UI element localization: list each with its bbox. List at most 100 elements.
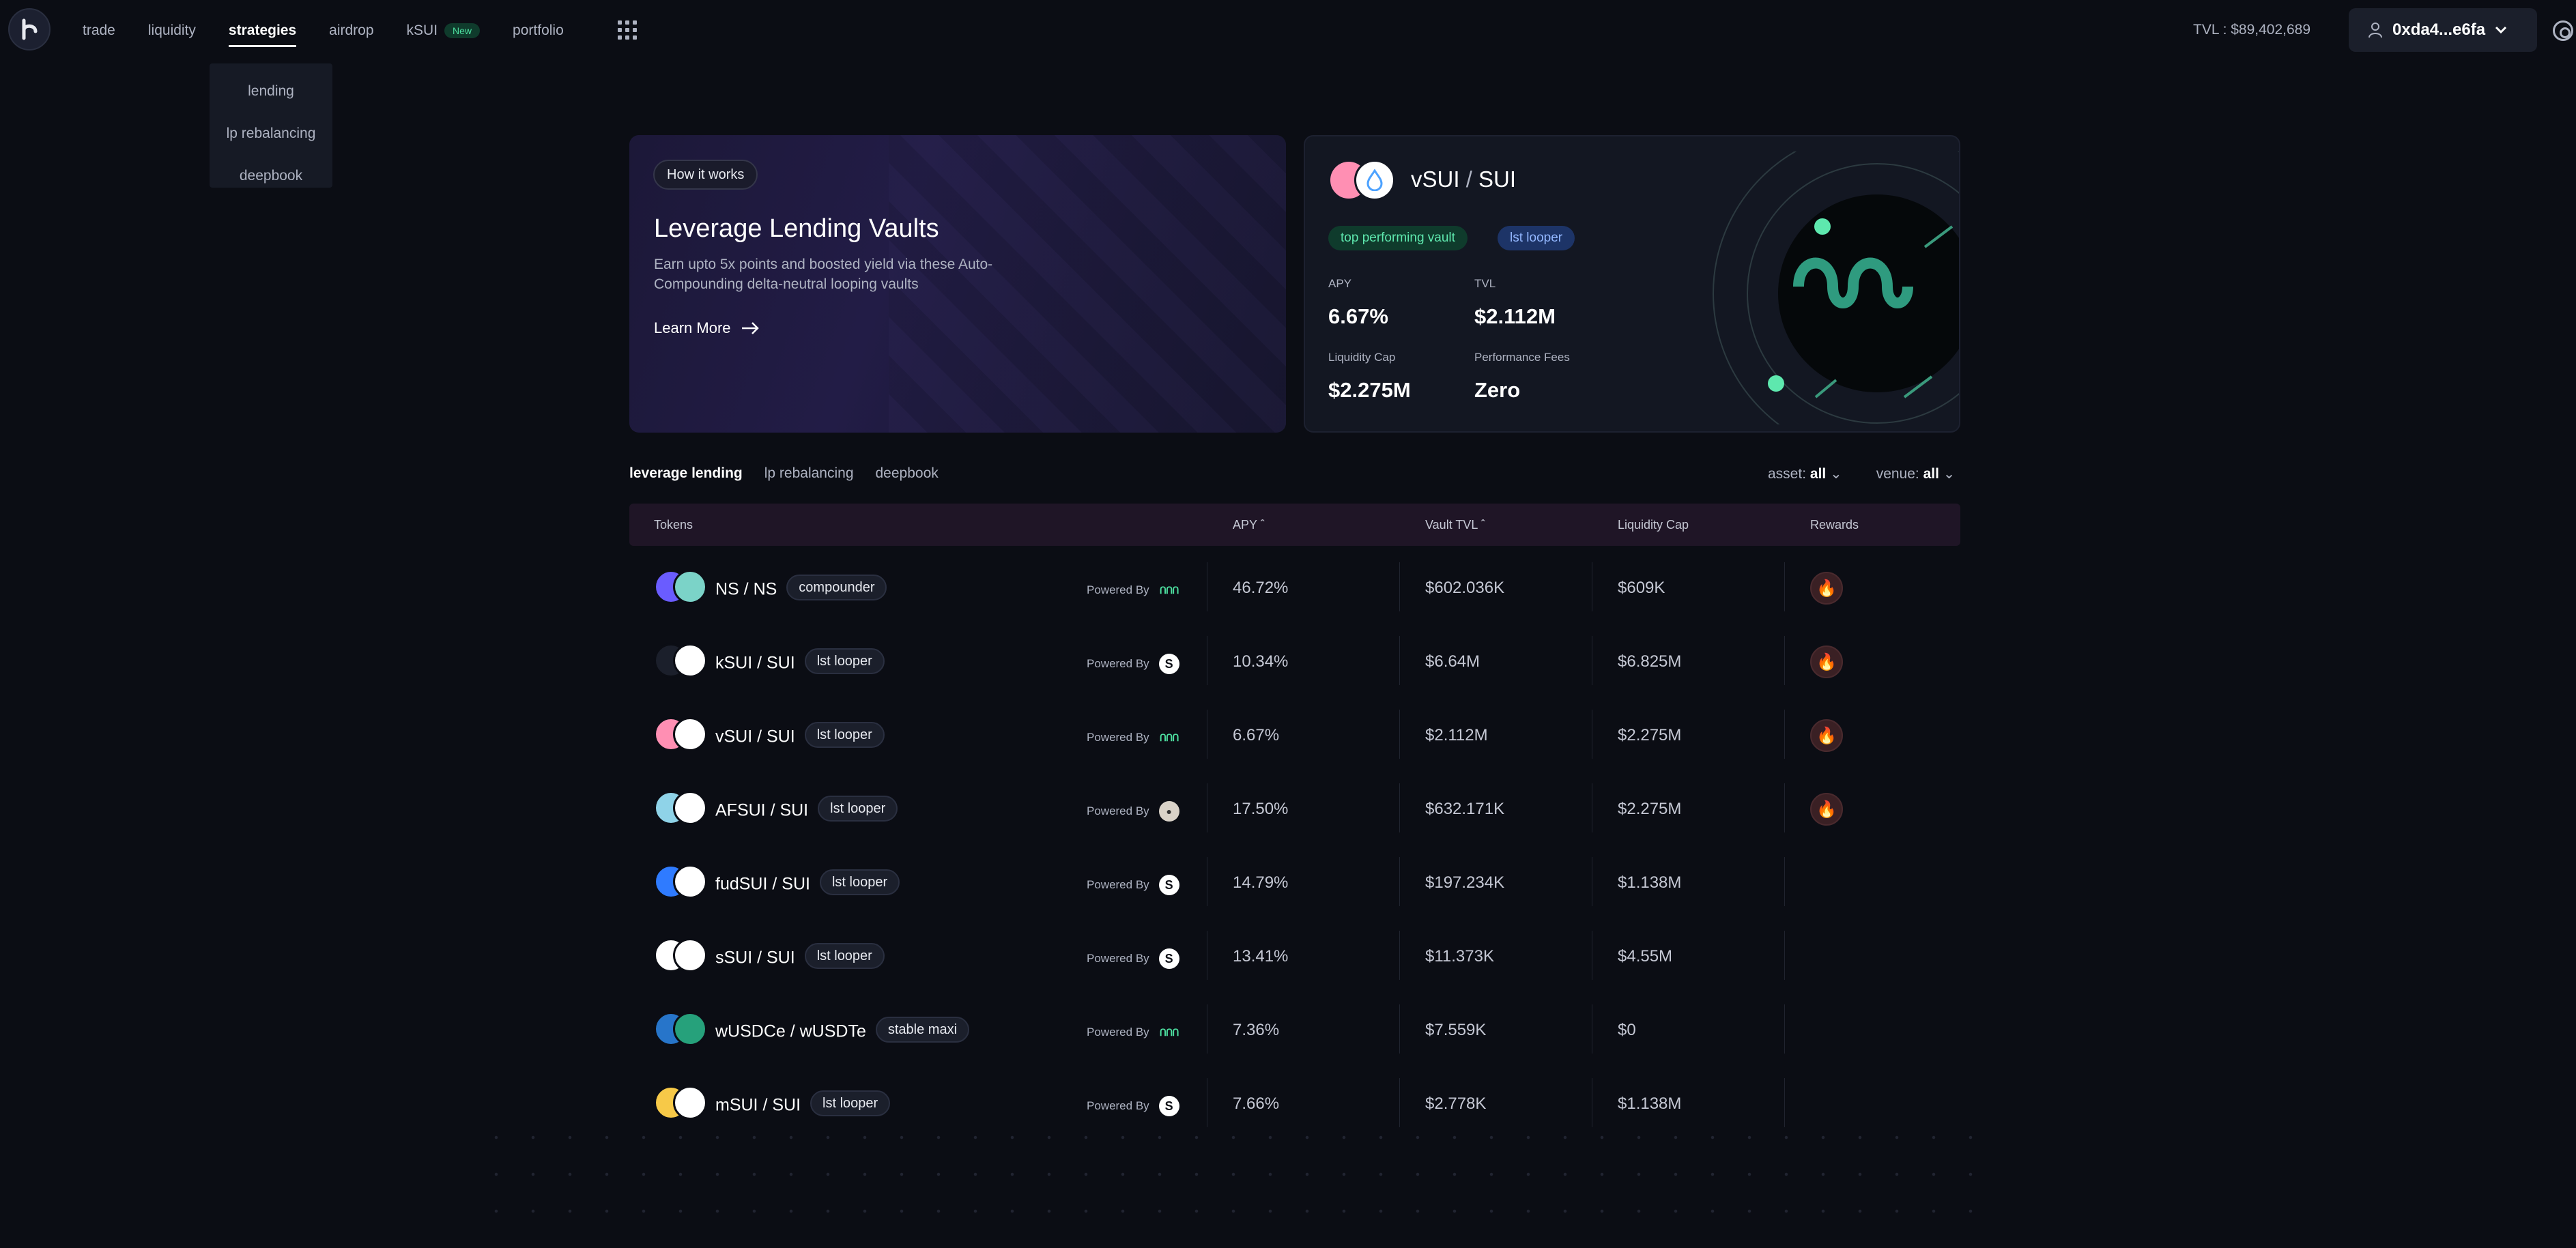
table-row[interactable]: wUSDCe / wUSDTe stable maxi Powered By ՈՈՈ 7… — [629, 992, 1960, 1066]
filters: asset: all ⌄ venue: all ⌄ — [1768, 465, 1955, 482]
sort-up-icon: ˆ — [1480, 518, 1485, 532]
column-divider — [1399, 1004, 1400, 1054]
table-row[interactable]: vSUI / SUI lst looper Powered By ՈՈՈ 6.67% $2… — [629, 697, 1960, 771]
pair-label: kSUI / SUI — [715, 653, 795, 673]
strategy-tag: stable maxi — [875, 1017, 970, 1043]
wallet-button[interactable]: 0xda4...e6fa — [2349, 8, 2537, 52]
nav-liquidity[interactable]: liquidity — [148, 23, 196, 39]
strategy-tag: lst looper — [810, 1090, 891, 1116]
apy-cell: 14.79% — [1233, 873, 1289, 892]
nav-portfolio[interactable]: portfolio — [513, 23, 564, 39]
header-vault-tvl[interactable]: Vault TVL ˆ — [1425, 518, 1485, 532]
nav-trade[interactable]: trade — [83, 23, 115, 39]
vault-tvl-cell: $11.373K — [1425, 947, 1494, 966]
learn-more-link[interactable]: Learn More — [654, 319, 760, 337]
table-row[interactable]: kSUI / SUI lst looper Powered By S 10.34% $6.… — [629, 624, 1960, 697]
liquidity-cap-cell: $1.138M — [1618, 873, 1682, 892]
liquidity-cap-cell: $2.275M — [1618, 800, 1682, 818]
tab-lp-rebalancing[interactable]: lp rebalancing — [764, 465, 854, 482]
tvl-value: $2.112M — [1474, 304, 1556, 328]
column-divider — [1784, 1078, 1785, 1127]
token-pair-name: sSUI / SUI lst looper — [715, 943, 885, 972]
how-it-works-badge[interactable]: How it works — [653, 160, 758, 190]
chevron-down-icon — [2495, 26, 2507, 34]
apy-cell: 10.34% — [1233, 652, 1289, 671]
vault-base: vSUI — [1411, 166, 1460, 192]
column-divider — [1784, 857, 1785, 906]
token-pair-name: fudSUI / SUI lst looper — [715, 869, 900, 898]
vault-quote: SUI — [1478, 166, 1517, 192]
powered-by: Powered By S — [1087, 1096, 1179, 1116]
powered-by: Powered By ● — [1087, 801, 1179, 822]
nav-strategies[interactable]: strategies — [228, 23, 297, 47]
header-apy-label: APY — [1233, 518, 1257, 532]
venue-filter[interactable]: venue: all ⌄ — [1876, 465, 1956, 482]
token-pair-icons — [654, 716, 709, 753]
column-divider — [1784, 783, 1785, 832]
fire-reward-icon[interactable]: 🔥 — [1810, 572, 1843, 605]
learn-more-label: Learn More — [654, 319, 731, 336]
pair-label: fudSUI / SUI — [715, 874, 810, 894]
asset-filter-value: all — [1809, 466, 1827, 482]
quote-token-icon — [673, 570, 707, 604]
table-row[interactable]: AFSUI / SUI lst looper Powered By ● 17.50% $6… — [629, 771, 1960, 845]
token-pair-icons — [654, 568, 709, 605]
table-row[interactable]: NS / NS compounder Powered By ՈՈՈ 46.72% $602… — [629, 550, 1960, 624]
table-row[interactable]: sSUI / SUI lst looper Powered By S 13.41% $11… — [629, 918, 1960, 992]
quote-token-icon — [673, 1012, 707, 1046]
column-divider — [1399, 1078, 1400, 1127]
settings-icon[interactable] — [2553, 20, 2573, 41]
strategy-tag: lst looper — [804, 943, 885, 969]
column-divider — [1399, 931, 1400, 980]
table-row[interactable]: mSUI / SUI lst looper Powered By S 7.66% $2.7… — [629, 1066, 1960, 1140]
app-logo[interactable] — [8, 8, 51, 50]
header-apy[interactable]: APY ˆ — [1233, 518, 1265, 532]
tab-leverage-lending[interactable]: leverage lending — [629, 465, 743, 482]
navi-protocol-icon: ՈՈՈ — [1159, 731, 1179, 743]
liquidity-cap-cell: $2.275M — [1618, 726, 1682, 744]
liquidity-cap-cell: $6.825M — [1618, 652, 1682, 671]
liquidity-cap-value: $2.275M — [1328, 378, 1411, 402]
suilend-protocol-icon: S — [1158, 875, 1179, 895]
hero-title: Leverage Lending Vaults — [654, 214, 939, 243]
powered-by-label: Powered By — [1087, 804, 1149, 817]
asset-filter[interactable]: asset: all ⌄ — [1768, 465, 1842, 482]
nav-airdrop[interactable]: airdrop — [329, 23, 373, 39]
pair-label: wUSDCe / wUSDTe — [715, 1021, 866, 1041]
vault-tvl-cell: $6.64M — [1425, 652, 1480, 671]
aftermath-protocol-icon: ● — [1158, 801, 1179, 822]
fire-reward-icon[interactable]: 🔥 — [1810, 719, 1843, 752]
pair-label: vSUI / SUI — [715, 727, 795, 746]
liquidity-cap-cell: $0 — [1618, 1021, 1636, 1039]
dropdown-item-deepbook[interactable]: deepbook — [210, 155, 332, 197]
liquidity-cap-label: Liquidity Cap — [1328, 351, 1396, 364]
dropdown-item-lending[interactable]: lending — [210, 70, 332, 113]
chevron-down-icon: ⌄ — [1830, 466, 1842, 482]
vault-title: vSUI / SUI — [1411, 166, 1517, 192]
tab-deepbook[interactable]: deepbook — [876, 465, 939, 482]
powered-by: Powered By S — [1087, 948, 1179, 969]
token-pair-icons — [654, 1084, 709, 1121]
nav-ksui[interactable]: kSUI New — [407, 23, 481, 39]
token-pair-name: wUSDCe / wUSDTe stable maxi — [715, 1017, 970, 1045]
top-nav: trade liquidity strategies airdrop kSUI N… — [0, 0, 2576, 61]
apy-cell: 46.72% — [1233, 579, 1289, 597]
pair-label: mSUI / SUI — [715, 1095, 801, 1115]
dropdown-item-lp-rebalancing[interactable]: lp rebalancing — [210, 113, 332, 155]
user-icon — [2369, 23, 2382, 38]
powered-by: Powered By ՈՈՈ — [1087, 727, 1179, 748]
quote-token-icon — [673, 717, 707, 751]
featured-vault-card[interactable]: vSUI / SUI top performing vault lst loop… — [1304, 135, 1960, 433]
nav-ksui-label: kSUI — [406, 23, 438, 38]
fire-reward-icon[interactable]: 🔥 — [1810, 793, 1843, 826]
token-pair-name: vSUI / SUI lst looper — [715, 722, 885, 751]
header-rewards: Rewards — [1810, 518, 1859, 532]
vault-tvl-cell: $197.234K — [1425, 873, 1505, 892]
table-row[interactable]: fudSUI / SUI lst looper Powered By S 14.79% $… — [629, 845, 1960, 918]
powered-by-label: Powered By — [1087, 1026, 1149, 1039]
fire-reward-icon[interactable]: 🔥 — [1810, 645, 1843, 678]
liquidity-cap-cell: $1.138M — [1618, 1094, 1682, 1113]
venue-filter-label: venue: — [1876, 466, 1919, 482]
apps-grid-icon[interactable] — [618, 20, 637, 40]
column-divider — [1784, 710, 1785, 759]
